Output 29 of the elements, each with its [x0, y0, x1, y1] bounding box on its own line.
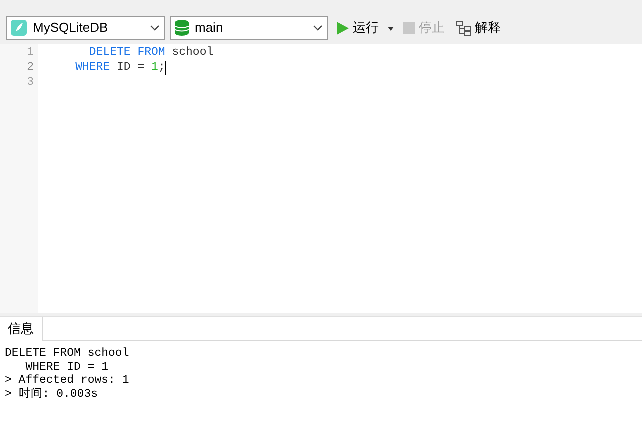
code-token: ; [158, 60, 166, 75]
text-cursor [165, 60, 166, 74]
code-token: ID = [116, 60, 146, 75]
code-token: WHERE [74, 60, 110, 75]
run-button[interactable]: 运行 [333, 16, 383, 40]
line-number: 3 [26, 75, 35, 90]
output-line: WHERE ID = 1 [24, 360, 110, 374]
database-icon [175, 20, 189, 36]
output-line: > Affected rows: 1 [5, 374, 130, 388]
chevron-icon [313, 25, 323, 31]
select-value: main [195, 19, 224, 38]
output-line: DELETE FROM school [5, 347, 130, 360]
code-token: school [171, 45, 214, 60]
output-line: > 时间: 0.003s [5, 388, 100, 401]
stop-icon [403, 22, 415, 34]
database-select[interactable]: main [170, 16, 328, 40]
dropdown-caret-icon[interactable] [388, 27, 394, 31]
feather-icon [11, 20, 27, 36]
code-token: DELETE FROM [88, 45, 166, 60]
results-tab[interactable]: 信息 [0, 317, 43, 341]
explain-button[interactable]: 解释 [454, 16, 503, 40]
select-value: MySQLiteDB [33, 19, 110, 38]
play-icon [337, 22, 349, 34]
line-number: 1 [26, 45, 35, 60]
tree-diagram-icon [456, 20, 471, 36]
code-token: 1 [152, 60, 158, 75]
line-number: 2 [26, 60, 35, 75]
chevron-icon [150, 25, 160, 31]
connection-select[interactable]: MySQLiteDB [6, 16, 165, 40]
